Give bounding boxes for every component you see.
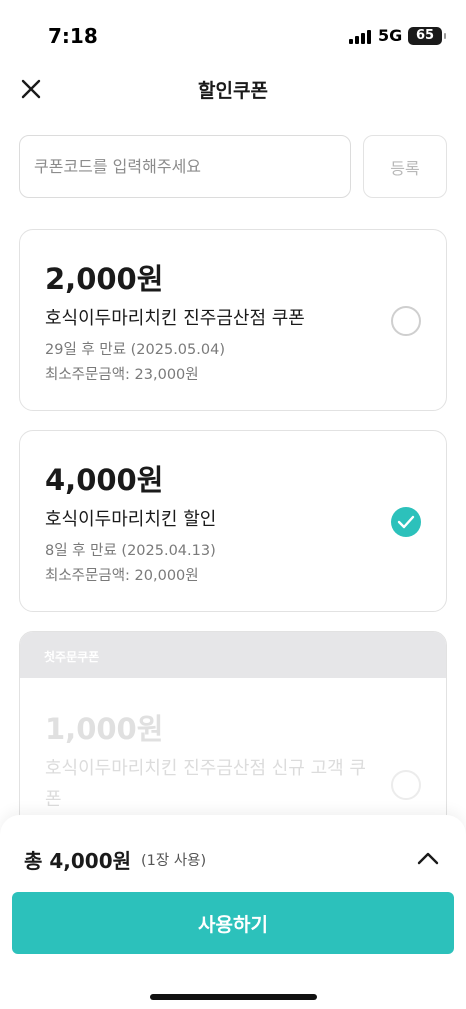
check-icon: [397, 515, 415, 529]
header: 할인쿠폰: [0, 64, 466, 116]
use-button[interactable]: 사용하기: [12, 892, 454, 954]
total-amount: 총 4,000원: [24, 849, 132, 873]
battery-icon: 65: [408, 27, 446, 45]
network-label: 5G: [378, 26, 403, 45]
bottom-sheet: 총 4,000원 (1장 사용) 사용하기: [0, 815, 466, 1009]
page-title: 할인쿠폰: [198, 80, 268, 102]
coupon-min-order: 최소주문금액: 20,000원: [45, 568, 199, 584]
coupon-code-input[interactable]: [19, 135, 351, 198]
coupon-expiry: 29일 후 만료 (2025.05.04): [45, 342, 225, 358]
coupon-card[interactable]: 4,000원 호식이두마리치킨 할인 8일 후 만료 (2025.04.13) …: [19, 430, 447, 612]
coupon-expiry: 8일 후 만료 (2025.04.13): [45, 543, 216, 559]
chevron-up-icon: [417, 852, 439, 865]
used-count: (1장 사용): [141, 853, 207, 869]
register-button[interactable]: 등록: [363, 135, 447, 198]
coupon-radio-unchecked[interactable]: [391, 306, 421, 336]
coupon-name: 호식이두마리치킨 진주금산점 신규 고객 쿠폰: [45, 758, 366, 810]
status-time: 7:18: [48, 24, 98, 48]
coupon-min-order: 최소주문금액: 23,000원: [45, 367, 199, 383]
coupon-amount: 1,000원: [45, 712, 164, 746]
coupon-amount: 2,000원: [45, 262, 164, 296]
home-indicator: [150, 994, 317, 1000]
coupon-tag-bar: 첫주문쿠폰: [20, 632, 446, 678]
coupon-card[interactable]: 2,000원 호식이두마리치킨 진주금산점 쿠폰 29일 후 만료 (2025.…: [19, 229, 447, 411]
expand-button[interactable]: [414, 845, 442, 873]
coupon-amount: 4,000원: [45, 463, 164, 497]
coupon-name: 호식이두마리치킨 할인: [45, 509, 217, 530]
status-bar: 7:18 5G 65: [0, 0, 466, 64]
coupon-radio-disabled: [391, 770, 421, 800]
coupon-name: 호식이두마리치킨 진주금산점 쿠폰: [45, 308, 305, 329]
coupon-radio-checked[interactable]: [391, 507, 421, 537]
coupon-tag: 첫주문쿠폰: [44, 650, 100, 664]
signal-icon: [349, 30, 371, 44]
